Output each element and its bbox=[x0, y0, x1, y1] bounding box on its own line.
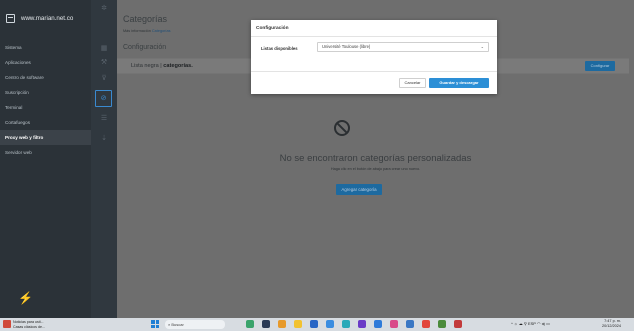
download-icon[interactable]: ⇣ bbox=[91, 134, 117, 142]
lists-label: Listas disponibles bbox=[261, 46, 298, 51]
blacklist-label: Lista negra | categorías. bbox=[131, 63, 193, 69]
chevron-up-icon[interactable]: ^ bbox=[511, 321, 513, 326]
blacklist-value: categorías. bbox=[163, 63, 193, 69]
subtitle-link[interactable]: Categorías bbox=[152, 29, 171, 33]
app-icon-8[interactable] bbox=[358, 320, 366, 328]
subtitle-prefix: Más información bbox=[123, 29, 151, 33]
app-icon-6[interactable] bbox=[326, 320, 334, 328]
app-icon-3[interactable] bbox=[278, 320, 286, 328]
app-icon-10[interactable] bbox=[390, 320, 398, 328]
edge-icon[interactable] bbox=[342, 320, 350, 328]
empty-state-title: No se encontraron categorías personaliza… bbox=[279, 153, 472, 164]
page-subtitle: Más información Categorías bbox=[123, 29, 171, 33]
chrome-icon[interactable] bbox=[422, 320, 430, 328]
app-icon-14[interactable] bbox=[454, 320, 462, 328]
brand-label: www.marian.net.co bbox=[21, 14, 74, 22]
save-and-download-button[interactable]: Guardar y descargar bbox=[429, 78, 489, 88]
app-icon-11[interactable] bbox=[406, 320, 414, 328]
app-icon-9[interactable] bbox=[374, 320, 382, 328]
logo-icon: ⚡ bbox=[18, 291, 33, 305]
add-category-button[interactable]: Agregar categoría bbox=[336, 184, 382, 195]
news-widget[interactable]: Noticias para usti... Casas clásicos de.… bbox=[13, 320, 45, 329]
grid-icon[interactable]: ▦ bbox=[91, 44, 117, 52]
ban-rail-icon[interactable]: ⊘ bbox=[95, 90, 112, 107]
configuration-modal: Configuración Listas disponibles Univers… bbox=[251, 20, 497, 94]
wrench-icon[interactable]: ⚒ bbox=[91, 58, 117, 66]
filter-icon[interactable]: ⊽ bbox=[91, 74, 117, 82]
app-icon-13[interactable] bbox=[438, 320, 446, 328]
app-icon-1[interactable] bbox=[246, 320, 254, 328]
app-icon-5[interactable] bbox=[310, 320, 318, 328]
news-line-2: Casas clásicos de... bbox=[13, 324, 45, 329]
window-icon bbox=[6, 13, 15, 23]
modal-divider bbox=[251, 36, 497, 37]
list-icon[interactable]: ☰ bbox=[91, 114, 117, 122]
lists-select-value: Université Toulouse (libre) bbox=[322, 44, 371, 49]
modal-footer-divider bbox=[251, 71, 497, 72]
card-title: Configuración bbox=[123, 44, 167, 51]
page-title: Categorías bbox=[123, 14, 168, 24]
configure-button[interactable]: Configurar bbox=[585, 61, 615, 71]
lang-indicator[interactable]: ESP bbox=[528, 321, 536, 326]
system-tray[interactable]: ^ ☼ ☁ ⚲ ESP ◠ ◂) ▭ bbox=[511, 321, 550, 326]
cancel-button[interactable]: Cancelar bbox=[399, 78, 426, 88]
speaker-icon[interactable]: ◂) bbox=[542, 321, 545, 326]
windows-start-icon[interactable] bbox=[151, 320, 159, 328]
taskbar-search[interactable]: ⌕ Buscar bbox=[165, 320, 225, 329]
blacklist-prefix: Lista negra | bbox=[131, 63, 162, 69]
battery-icon[interactable]: ▭ bbox=[546, 321, 550, 326]
clock-date: 20/12/2024 bbox=[602, 324, 622, 328]
lists-select[interactable]: Université Toulouse (libre) ⌄ bbox=[317, 42, 489, 52]
empty-state-subtitle: Haga clic en el botón de abajo para crea… bbox=[330, 167, 421, 171]
news-icon[interactable] bbox=[3, 320, 11, 328]
icon-rail: ✲ ▦ ⚒ ⊽ ⊘ ☰ ⇣ bbox=[91, 0, 117, 318]
ban-icon bbox=[334, 120, 350, 136]
clock[interactable]: 7:47 p. m. 20/12/2024 bbox=[602, 319, 621, 329]
taskbar: Noticias para usti... Casas clásicos de.… bbox=[0, 318, 634, 331]
gear-icon[interactable]: ✲ bbox=[91, 4, 117, 12]
taskbar-search-placeholder: Buscar bbox=[171, 322, 184, 327]
chevron-down-icon: ⌄ bbox=[480, 44, 484, 49]
news-line-1: Noticias para usti... bbox=[13, 320, 44, 324]
app-icon-2[interactable] bbox=[262, 320, 270, 328]
folder-icon[interactable] bbox=[294, 320, 302, 328]
modal-title: Configuración bbox=[256, 26, 289, 31]
